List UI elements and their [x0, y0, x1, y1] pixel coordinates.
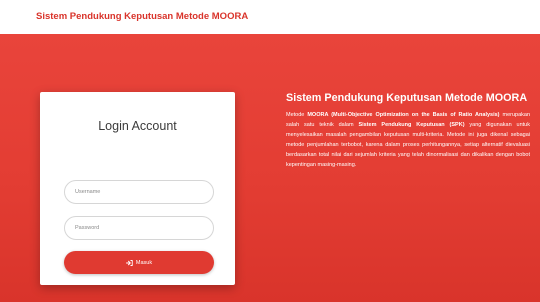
info-title: Sistem Pendukung Keputusan Metode MOORA — [286, 92, 528, 104]
login-button[interactable]: Masuk — [64, 251, 214, 274]
sign-in-icon — [125, 259, 133, 266]
brand-title[interactable]: Sistem Pendukung Keputusan Metode MOORA — [36, 11, 248, 22]
login-button-label: Masuk — [135, 259, 153, 266]
hero-section: Login Account Masuk Sistem Pendukung Kep… — [0, 34, 540, 302]
password-input[interactable] — [64, 216, 214, 240]
desc-text-1: Metode — [286, 112, 308, 118]
info-description: Metode MOORA (Multi-Objective Optimizati… — [286, 110, 530, 171]
username-input[interactable] — [64, 180, 214, 204]
login-card: Login Account Masuk — [40, 92, 235, 285]
desc-bold-moora: MOORA (Multi-Objective Optimization on t… — [307, 112, 500, 118]
login-title: Login Account — [98, 119, 177, 133]
top-navbar: Sistem Pendukung Keputusan Metode MOORA — [0, 0, 540, 34]
info-panel: Sistem Pendukung Keputusan Metode MOORA … — [286, 92, 530, 171]
desc-text-3: yang digunakan untuk menyelesaikan masal… — [286, 122, 530, 169]
desc-bold-spk: Sistem Pendukung Keputusan (SPK) — [358, 122, 465, 129]
